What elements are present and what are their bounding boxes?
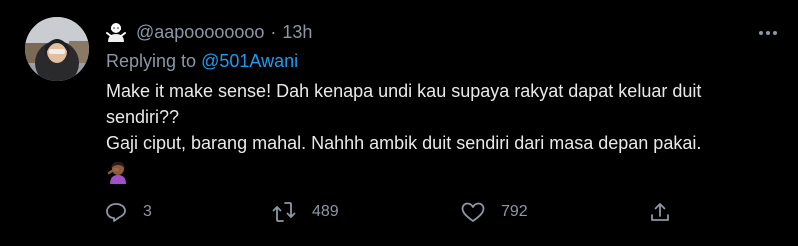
reply-count: 3 <box>143 203 152 220</box>
tweet-timestamp[interactable]: 13h <box>282 22 312 43</box>
reply-icon <box>106 203 126 222</box>
tweet[interactable]: @aapoooooooo · 13h Replying to @501Awani… <box>0 0 798 246</box>
share-icon <box>651 203 669 221</box>
tweet-header: @aapoooooooo · 13h <box>105 20 312 44</box>
tweet-text-line: Gaji ciput, barang mahal. Nahhh ambik du… <box>106 133 702 153</box>
retweet-button[interactable]: 489 <box>271 200 339 224</box>
user-handle[interactable]: @aapoooooooo <box>136 22 264 43</box>
separator-dot: · <box>270 21 277 42</box>
retweet-icon <box>272 202 296 222</box>
tweet-text: Make it make sense! Dah kenapa undi kau … <box>106 78 776 186</box>
retweet-count: 489 <box>312 203 339 220</box>
like-count: 792 <box>501 203 528 220</box>
woman-shrugging-emoji-icon <box>105 21 127 43</box>
heart-icon <box>461 202 485 222</box>
tweet-text-line: Make it make sense! Dah kenapa undi kau … <box>106 81 702 127</box>
tweet-actions: 3 489 792 <box>104 200 674 226</box>
more-options-button[interactable] <box>757 22 779 44</box>
woman-facepalming-emoji-icon <box>106 160 776 186</box>
replying-to-label: Replying to <box>106 51 197 71</box>
avatar[interactable] <box>25 17 89 81</box>
reply-button[interactable]: 3 <box>104 200 152 224</box>
replying-to: Replying to @501Awani <box>106 51 298 72</box>
avatar-photo <box>25 17 89 81</box>
like-button[interactable]: 792 <box>460 200 528 224</box>
more-dots-icon <box>759 31 777 35</box>
reply-to-mention-link[interactable]: @501Awani <box>201 51 298 71</box>
share-button[interactable] <box>648 200 672 224</box>
